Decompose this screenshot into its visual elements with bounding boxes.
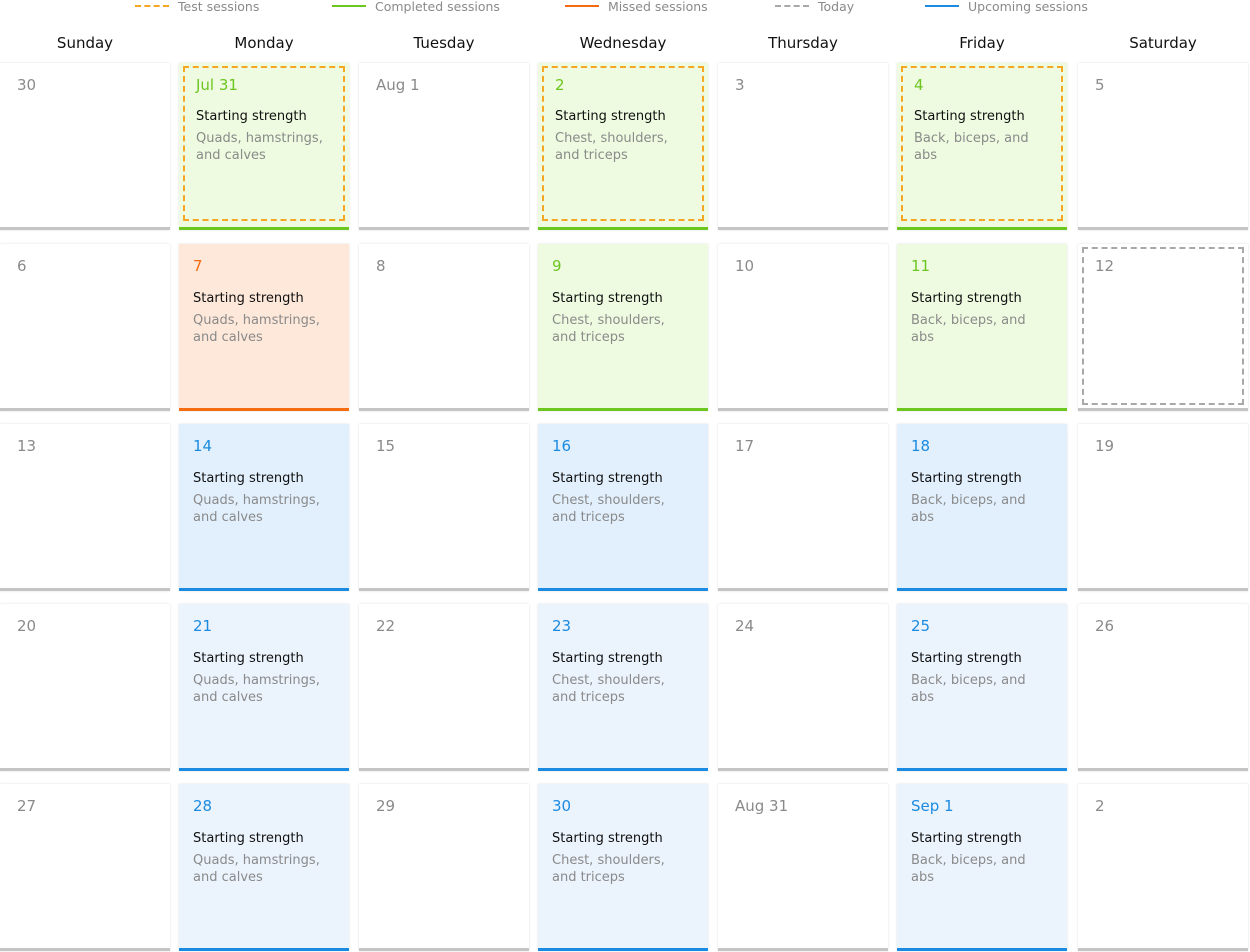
- calendar-day-cell[interactable]: 18 Starting strength Back, biceps, and abs: [897, 424, 1067, 591]
- calendar-day-cell[interactable]: 17: [718, 424, 888, 591]
- session-description: Quads, hamstrings, and calves: [193, 493, 320, 525]
- calendar-day-cell[interactable]: 19: [1078, 424, 1248, 591]
- calendar-day-cell[interactable]: 23 Starting strength Chest, shoulders, and…: [538, 604, 708, 771]
- date-number: Sep 1: [911, 797, 954, 815]
- session-title: Starting strength: [552, 471, 663, 486]
- session-description: Chest, shoulders, and triceps: [552, 673, 665, 705]
- date-number: 15: [376, 437, 396, 455]
- today-outline: [1082, 247, 1244, 405]
- date-number: 13: [17, 437, 37, 455]
- calendar-day-cell[interactable]: 8: [359, 244, 529, 411]
- calendar-day-cell[interactable]: 22: [359, 604, 529, 771]
- test-session-outline: [183, 66, 345, 221]
- calendar-day-cell[interactable]: 24: [718, 604, 888, 771]
- calendar-day-cell[interactable]: 5: [1078, 63, 1248, 230]
- session-title: Starting strength: [193, 291, 304, 306]
- calendar-day-cell[interactable]: 13: [0, 424, 170, 591]
- session-title: Starting strength: [193, 831, 304, 846]
- session-title: Starting strength: [911, 831, 1022, 846]
- date-number: 21: [193, 617, 213, 635]
- calendar-day-cell[interactable]: 15: [359, 424, 529, 591]
- calendar-day-cell[interactable]: 21 Starting strength Quads, hamstrings, an…: [179, 604, 349, 771]
- calendar-day-cell[interactable]: 7 Starting strength Quads, hamstrings, and…: [179, 244, 349, 411]
- date-number: 8: [376, 257, 386, 275]
- date-number: 10: [735, 257, 755, 275]
- session-description: Back, biceps, and abs: [911, 493, 1026, 525]
- date-number: 22: [376, 617, 396, 635]
- calendar-day-cell[interactable]: 30 Starting strength Chest, shoulders, and…: [538, 784, 708, 951]
- session-description: Chest, shoulders, and triceps: [552, 493, 665, 525]
- date-number: 28: [193, 797, 213, 815]
- date-number: 23: [552, 617, 572, 635]
- session-title: Starting strength: [911, 471, 1022, 486]
- calendar-day-cell[interactable]: 16 Starting strength Chest, shoulders, and…: [538, 424, 708, 591]
- date-number: Aug 1: [376, 76, 420, 94]
- date-number: 18: [911, 437, 931, 455]
- session-title: Starting strength: [911, 651, 1022, 666]
- session-description: Quads, hamstrings, and calves: [193, 313, 320, 345]
- date-number: 19: [1095, 437, 1115, 455]
- session-description: Back, biceps, and abs: [911, 313, 1026, 345]
- date-number: 11: [911, 257, 931, 275]
- session-description: Chest, shoulders, and triceps: [552, 853, 665, 885]
- date-number: 17: [735, 437, 755, 455]
- calendar-day-cell[interactable]: 26: [1078, 604, 1248, 771]
- test-session-outline: [901, 66, 1063, 221]
- calendar-day-cell[interactable]: 30: [0, 63, 170, 230]
- calendar-day-cell[interactable]: Jul 31 Starting strength Quads, hamstrings…: [179, 63, 349, 230]
- calendar-day-cell[interactable]: 27: [0, 784, 170, 951]
- date-number: 20: [17, 617, 37, 635]
- calendar-day-cell[interactable]: Aug 1: [359, 63, 529, 230]
- date-number: 14: [193, 437, 213, 455]
- date-number: 29: [376, 797, 396, 815]
- calendar-grid: 30 Jul 31 Starting strength Quads, hamstrin…: [0, 0, 1250, 952]
- calendar-day-cell[interactable]: 28 Starting strength Quads, hamstrings, an…: [179, 784, 349, 951]
- calendar-day-cell[interactable]: 14 Starting strength Quads, hamstrings, an…: [179, 424, 349, 591]
- date-number: 26: [1095, 617, 1115, 635]
- calendar-day-cell[interactable]: 20: [0, 604, 170, 771]
- date-number: 24: [735, 617, 755, 635]
- session-description: Quads, hamstrings, and calves: [193, 853, 320, 885]
- calendar-day-cell[interactable]: 12: [1078, 244, 1248, 411]
- session-title: Starting strength: [193, 471, 304, 486]
- date-number: 27: [17, 797, 37, 815]
- calendar-day-cell[interactable]: Sep 1 Starting strength Back, biceps, and …: [897, 784, 1067, 951]
- calendar-day-cell[interactable]: Aug 31: [718, 784, 888, 951]
- date-number: 30: [17, 76, 37, 94]
- date-number: 9: [552, 257, 562, 275]
- session-title: Starting strength: [552, 651, 663, 666]
- date-number: 7: [193, 257, 203, 275]
- date-number: 5: [1095, 76, 1105, 94]
- date-number: 3: [735, 76, 745, 94]
- calendar-day-cell[interactable]: 11 Starting strength Back, biceps, and abs: [897, 244, 1067, 411]
- date-number: 2: [1095, 797, 1105, 815]
- session-description: Quads, hamstrings, and calves: [193, 673, 320, 705]
- session-title: Starting strength: [552, 291, 663, 306]
- date-number: 30: [552, 797, 572, 815]
- session-title: Starting strength: [911, 291, 1022, 306]
- calendar-day-cell[interactable]: 10: [718, 244, 888, 411]
- calendar-day-cell[interactable]: 4 Starting strength Back, biceps, and abs: [897, 63, 1067, 230]
- session-title: Starting strength: [193, 651, 304, 666]
- session-description: Back, biceps, and abs: [911, 853, 1026, 885]
- calendar-day-cell[interactable]: 29: [359, 784, 529, 951]
- calendar-day-cell[interactable]: 9 Starting strength Chest, shoulders, and …: [538, 244, 708, 411]
- date-number: Aug 31: [735, 797, 789, 815]
- session-description: Back, biceps, and abs: [911, 673, 1026, 705]
- calendar-day-cell[interactable]: 2: [1078, 784, 1248, 951]
- date-number: 25: [911, 617, 931, 635]
- calendar-day-cell[interactable]: 2 Starting strength Chest, shoulders, and …: [538, 63, 708, 230]
- session-description: Chest, shoulders, and triceps: [552, 313, 665, 345]
- test-session-outline: [542, 66, 704, 221]
- date-number: 6: [17, 257, 27, 275]
- calendar-day-cell[interactable]: 3: [718, 63, 888, 230]
- calendar-day-cell[interactable]: 25 Starting strength Back, biceps, and abs: [897, 604, 1067, 771]
- session-title: Starting strength: [552, 831, 663, 846]
- calendar-day-cell[interactable]: 6: [0, 244, 170, 411]
- date-number: 16: [552, 437, 572, 455]
